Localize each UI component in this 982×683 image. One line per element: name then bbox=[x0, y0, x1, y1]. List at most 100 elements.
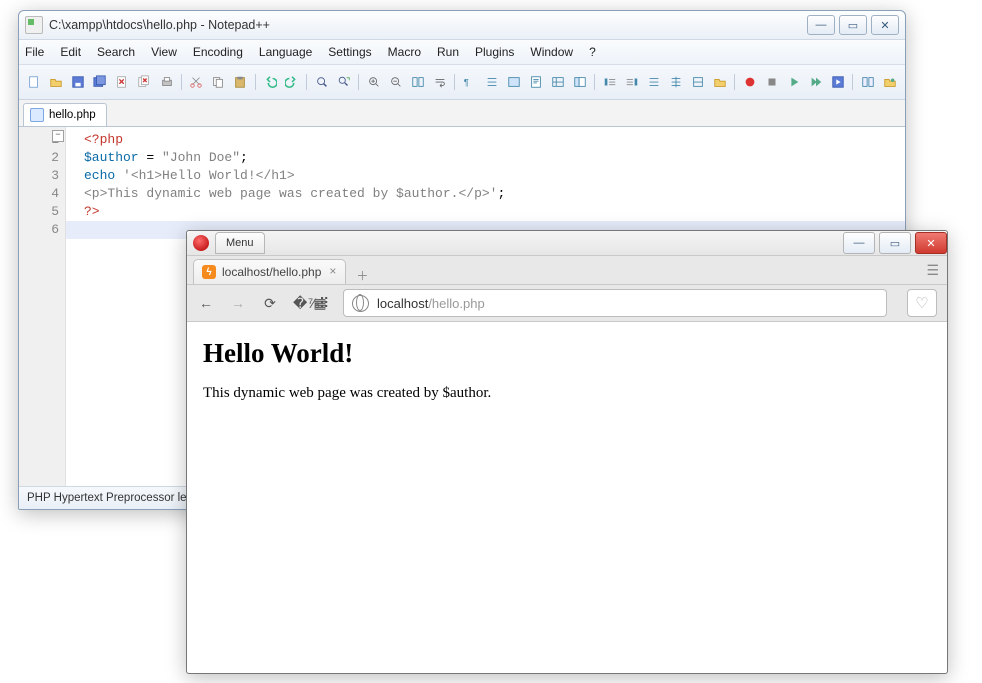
code-line-6 bbox=[84, 221, 905, 239]
browser-window: Menu — ▭ ✕ ϟ localhost/hello.php × ＋ ☰ ←… bbox=[186, 230, 948, 674]
speed-dial-button[interactable]: ▦ bbox=[311, 295, 329, 312]
npp-menubar: File Edit Search View Encoding Language … bbox=[19, 40, 905, 65]
globe-icon bbox=[352, 295, 369, 312]
code-line-2: $author = "John Doe"; bbox=[84, 149, 905, 167]
menu-macro[interactable]: Macro bbox=[388, 45, 421, 59]
save-icon[interactable] bbox=[69, 72, 87, 92]
save-all-icon[interactable] bbox=[91, 72, 109, 92]
browser-tabbar: ϟ localhost/hello.php × ＋ ☰ bbox=[187, 256, 947, 285]
invisible-chars-icon[interactable]: ¶ bbox=[460, 72, 478, 92]
reload-button[interactable]: ⟳ bbox=[261, 295, 279, 312]
func-list-icon[interactable] bbox=[549, 72, 567, 92]
tab-close-icon[interactable]: × bbox=[326, 265, 339, 278]
fold-toggle-icon[interactable]: − bbox=[52, 130, 64, 142]
ln: 5 bbox=[19, 203, 59, 221]
compare-icon[interactable] bbox=[859, 72, 877, 92]
close-all-icon[interactable] bbox=[135, 72, 153, 92]
toggle5-icon[interactable] bbox=[689, 72, 707, 92]
menu-plugins[interactable]: Plugins bbox=[475, 45, 514, 59]
speed-dial-button[interactable]: �⅞⠿ bbox=[293, 295, 311, 312]
toolbar-separator bbox=[357, 72, 361, 92]
panel-toggle-icon[interactable]: ☰ bbox=[926, 262, 939, 279]
npp-window-controls: — ▭ ✕ bbox=[807, 15, 899, 35]
menu-run[interactable]: Run bbox=[437, 45, 459, 59]
menu-language[interactable]: Language bbox=[259, 45, 312, 59]
toggle1-icon[interactable] bbox=[601, 72, 619, 92]
sync-scroll-icon[interactable] bbox=[409, 72, 427, 92]
stop-macro-icon[interactable] bbox=[763, 72, 781, 92]
doc-map-icon[interactable] bbox=[527, 72, 545, 92]
toggle2-icon[interactable] bbox=[623, 72, 641, 92]
menu-file[interactable]: File bbox=[25, 45, 44, 59]
url-text: localhost/hello.php bbox=[377, 296, 485, 311]
new-file-icon[interactable] bbox=[25, 72, 43, 92]
wrap-icon[interactable] bbox=[431, 72, 449, 92]
close-button[interactable]: ✕ bbox=[915, 232, 947, 254]
toggle3-icon[interactable] bbox=[645, 72, 663, 92]
ln: 4 bbox=[19, 185, 59, 203]
toolbar-separator bbox=[593, 72, 597, 92]
bookmark-button[interactable]: ♡ bbox=[907, 289, 937, 317]
close-file-icon[interactable] bbox=[113, 72, 131, 92]
open-file-icon[interactable] bbox=[47, 72, 65, 92]
maximize-button[interactable]: ▭ bbox=[839, 15, 867, 35]
page-paragraph: This dynamic web page was created by $au… bbox=[203, 385, 931, 402]
redo-icon[interactable] bbox=[283, 72, 301, 92]
npp-tabbar: hello.php bbox=[19, 100, 905, 127]
file-saved-icon bbox=[30, 108, 44, 122]
menu-view[interactable]: View bbox=[151, 45, 177, 59]
code-line-5: ?> bbox=[84, 203, 905, 221]
file-tab[interactable]: hello.php bbox=[23, 103, 107, 126]
plugin-icon[interactable] bbox=[881, 72, 899, 92]
zoom-out-icon[interactable] bbox=[387, 72, 405, 92]
forward-button[interactable]: → bbox=[229, 295, 247, 311]
new-tab-button[interactable]: ＋ bbox=[352, 266, 372, 284]
toolbar-separator bbox=[305, 72, 309, 92]
find-icon[interactable] bbox=[313, 72, 331, 92]
toggle4-icon[interactable] bbox=[667, 72, 685, 92]
menu-settings[interactable]: Settings bbox=[328, 45, 371, 59]
code-line-1: <?php bbox=[84, 131, 905, 149]
indent-guide-icon[interactable] bbox=[483, 72, 501, 92]
save-macro-icon[interactable] bbox=[829, 72, 847, 92]
folder-panel-icon[interactable] bbox=[571, 72, 589, 92]
undo-icon[interactable] bbox=[261, 72, 279, 92]
play-multi-icon[interactable] bbox=[807, 72, 825, 92]
print-icon[interactable] bbox=[157, 72, 175, 92]
user-lang-icon[interactable] bbox=[505, 72, 523, 92]
toolbar-separator bbox=[453, 72, 457, 92]
toolbar-separator bbox=[733, 72, 737, 92]
zoom-in-icon[interactable] bbox=[365, 72, 383, 92]
ln: 6 bbox=[19, 221, 59, 239]
menu-edit[interactable]: Edit bbox=[60, 45, 81, 59]
npp-titlebar[interactable]: C:\xampp\htdocs\hello.php - Notepad++ — … bbox=[19, 11, 905, 40]
browser-tab[interactable]: ϟ localhost/hello.php × bbox=[193, 259, 346, 284]
tab-label: hello.php bbox=[49, 109, 96, 121]
folder-icon[interactable] bbox=[711, 72, 729, 92]
paste-icon[interactable] bbox=[231, 72, 249, 92]
rendered-page: Hello World! This dynamic web page was c… bbox=[187, 322, 947, 673]
menu-search[interactable]: Search bbox=[97, 45, 135, 59]
menu-window[interactable]: Window bbox=[530, 45, 573, 59]
line-number-gutter: 1 2 3 4 5 6 bbox=[19, 127, 66, 486]
copy-icon[interactable] bbox=[209, 72, 227, 92]
back-button[interactable]: ← bbox=[197, 295, 215, 311]
npp-title: C:\xampp\htdocs\hello.php - Notepad++ bbox=[49, 18, 807, 32]
toolbar-separator bbox=[180, 72, 184, 92]
menu-encoding[interactable]: Encoding bbox=[193, 45, 243, 59]
replace-icon[interactable] bbox=[335, 72, 353, 92]
url-path: /hello.php bbox=[428, 296, 484, 311]
ln: 2 bbox=[19, 149, 59, 167]
menu-help[interactable]: ? bbox=[589, 45, 596, 59]
svg-text:¶: ¶ bbox=[464, 78, 469, 89]
minimize-button[interactable]: — bbox=[807, 15, 835, 35]
toolbar-separator bbox=[253, 72, 257, 92]
toolbar-separator bbox=[851, 72, 855, 92]
address-bar[interactable]: localhost/hello.php bbox=[343, 289, 887, 317]
xampp-favicon-icon: ϟ bbox=[202, 265, 216, 279]
tab-title: localhost/hello.php bbox=[222, 265, 321, 279]
close-button[interactable]: ✕ bbox=[871, 15, 899, 35]
record-macro-icon[interactable] bbox=[741, 72, 759, 92]
play-macro-icon[interactable] bbox=[785, 72, 803, 92]
cut-icon[interactable] bbox=[187, 72, 205, 92]
